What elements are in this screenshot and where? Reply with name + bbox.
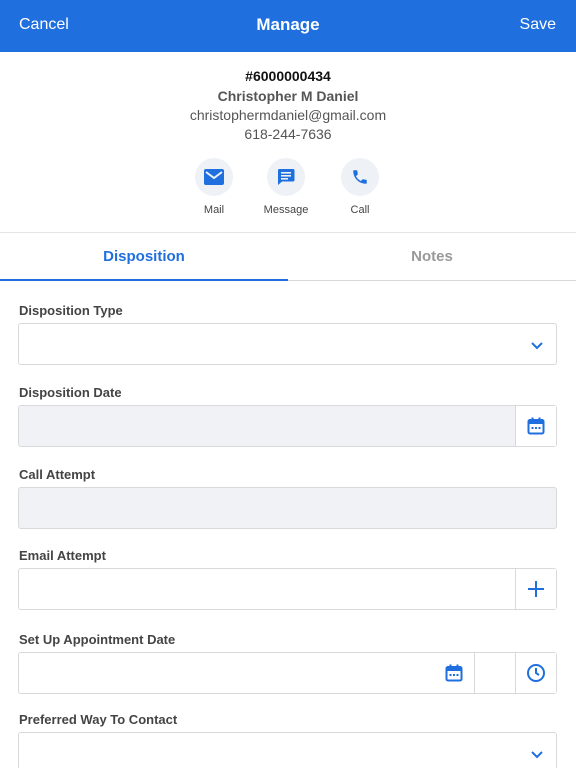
disposition-date-label: Disposition Date [19, 385, 122, 400]
email-attempt-field[interactable] [18, 568, 557, 610]
disposition-type-select[interactable] [18, 323, 557, 365]
contact-summary: #6000000434 Christopher M Daniel christo… [0, 52, 576, 232]
mail-action-button[interactable]: Mail [174, 158, 254, 216]
appointment-time-value[interactable] [474, 653, 515, 693]
contact-phone: 618-244-7636 [244, 126, 332, 142]
call-attempt-label: Call Attempt [19, 467, 96, 482]
page-title: Manage [256, 15, 320, 34]
call-attempt-field[interactable] [18, 487, 557, 529]
contact-email: christophermdaniel@gmail.com [189, 107, 387, 123]
lead-id: #6000000434 [245, 68, 331, 84]
message-action-button[interactable]: Message [246, 158, 326, 216]
clock-icon[interactable] [515, 653, 556, 693]
save-button[interactable]: Save [520, 16, 556, 34]
contact-name: Christopher M Daniel [217, 88, 359, 104]
disposition-type-value [19, 324, 499, 364]
calendar-icon[interactable] [433, 653, 474, 693]
tab-notes[interactable]: Notes [288, 233, 576, 281]
chevron-down-icon [530, 747, 544, 765]
preferred-contact-label: Preferred Way To Contact [19, 712, 178, 727]
appointment-date-value [19, 653, 433, 693]
call-action-button[interactable]: Call [320, 158, 400, 216]
disposition-date-value [19, 406, 515, 446]
top-bar: Cancel Manage Save [0, 0, 576, 52]
appointment-date-field[interactable] [18, 652, 557, 694]
preferred-contact-value [19, 733, 499, 768]
call-attempt-value [19, 488, 556, 528]
disposition-type-label: Disposition Type [19, 303, 123, 318]
email-attempt-value [19, 569, 515, 609]
appointment-date-label: Set Up Appointment Date [19, 632, 176, 647]
phone-icon [341, 158, 379, 196]
mail-label: Mail [203, 204, 225, 216]
plus-icon[interactable] [515, 569, 556, 609]
calendar-icon[interactable] [515, 406, 556, 446]
tab-disposition[interactable]: Disposition [0, 233, 288, 281]
chevron-down-icon [530, 338, 544, 356]
mail-icon [195, 158, 233, 196]
email-attempt-label: Email Attempt [19, 548, 106, 563]
disposition-date-field[interactable] [18, 405, 557, 447]
message-icon [267, 158, 305, 196]
preferred-contact-select[interactable] [18, 732, 557, 768]
call-label: Call [350, 204, 370, 216]
tab-bar: Disposition Notes [0, 232, 576, 281]
message-label: Message [263, 204, 309, 216]
